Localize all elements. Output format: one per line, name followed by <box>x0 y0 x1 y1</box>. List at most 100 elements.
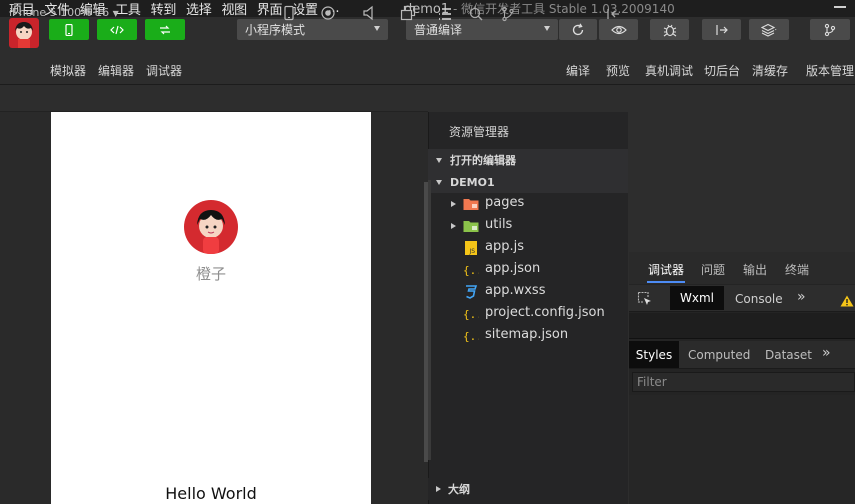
editor-label: 编辑器 <box>98 64 135 78</box>
sound-icon[interactable] <box>361 5 377 21</box>
styles-pane <box>629 395 855 504</box>
tab-styles[interactable]: Styles <box>629 341 679 368</box>
tab-debugger[interactable]: 调试器 <box>648 261 684 278</box>
user-nickname: 橙子 <box>195 265 226 283</box>
detach-window-icon[interactable] <box>400 5 416 21</box>
simulator-toggle-button[interactable] <box>49 19 89 40</box>
active-tab-indicator <box>647 281 685 283</box>
chevron-right-icon <box>451 201 456 207</box>
explorer-title: 资源管理器 <box>449 125 510 139</box>
svg-text:{..}: {..} <box>463 264 479 277</box>
tab-terminal[interactable]: 终端 <box>785 261 809 278</box>
more-tabs-icon[interactable]: » <box>797 289 806 305</box>
open-editors-section[interactable]: 打开的编辑器 <box>428 149 628 171</box>
phone-icon <box>65 23 73 36</box>
explorer-scrollbar[interactable] <box>428 180 431 460</box>
tree-item-app-json[interactable]: {..} app.json <box>428 259 628 281</box>
refresh-icon <box>572 22 584 35</box>
layers-icon <box>761 23 777 37</box>
real-debug-label: 真机调试 <box>645 64 694 78</box>
warning-icon[interactable] <box>840 292 854 307</box>
device-select-value: iPhone 5 100% 16 <box>9 6 110 19</box>
background-label: 切后台 <box>704 64 741 78</box>
version-button[interactable] <box>810 19 850 40</box>
version-label: 版本管理 <box>806 64 855 78</box>
minimize-button[interactable] <box>834 1 846 13</box>
file-name: project.config.json <box>485 305 605 320</box>
chevron-right-icon <box>436 486 441 492</box>
real-debug-button[interactable] <box>650 19 689 40</box>
phone-rotate-icon[interactable] <box>281 5 297 21</box>
file-name: sitemap.json <box>485 327 569 342</box>
file-name: utils <box>485 217 513 232</box>
tab-wxml[interactable]: Wxml <box>670 286 724 310</box>
device-select[interactable]: iPhone 5 100% 16 ▼ <box>9 6 119 19</box>
debugger-toggle-button[interactable] <box>145 19 185 40</box>
chevron-down-icon <box>436 179 442 185</box>
svg-text:JS: JS <box>469 248 476 255</box>
menu-interface[interactable]: 界面 <box>257 0 283 18</box>
hello-text: Hello World <box>165 484 257 503</box>
outline-section[interactable]: 大纲 <box>428 478 628 500</box>
chevron-down-icon <box>544 26 550 31</box>
tab-problems[interactable]: 问题 <box>701 261 725 278</box>
tree-item-pages[interactable]: pages <box>428 193 628 215</box>
mode-select-value: 小程序模式 <box>245 23 306 37</box>
outline-label: 大纲 <box>448 483 470 496</box>
menu-bar: 项目 文件 编辑 工具 转到 选择 视图 界面 设置 ... demo1 - 微… <box>0 0 855 18</box>
chevron-right-icon <box>451 223 456 229</box>
menu-view[interactable]: 视图 <box>221 0 247 18</box>
devtools-window: 项目 文件 编辑 工具 转到 选择 视图 界面 设置 ... demo1 - 微… <box>0 0 855 504</box>
tab-computed[interactable]: Computed <box>688 348 750 362</box>
css-file-icon <box>466 285 478 299</box>
compile-button[interactable] <box>559 19 597 40</box>
svg-text:{..}: {..} <box>463 308 479 321</box>
mode-select[interactable]: 小程序模式 <box>237 19 388 40</box>
editor-toggle-button[interactable] <box>97 19 137 40</box>
preview-label: 预览 <box>606 64 631 78</box>
source-control-icon[interactable] <box>500 6 516 22</box>
file-name: app.wxss <box>485 283 546 298</box>
simulator-label: 模拟器 <box>50 64 87 78</box>
collapse-sidebar-icon[interactable] <box>605 6 621 22</box>
record-icon[interactable] <box>320 5 336 21</box>
eye-icon <box>610 25 627 34</box>
clear-cache-button[interactable] <box>749 19 789 40</box>
bug-icon <box>663 24 676 36</box>
wxml-tree[interactable] <box>629 313 855 339</box>
tree-item-utils[interactable]: utils <box>428 215 628 237</box>
clear-cache-label: 清缓存 <box>752 64 789 78</box>
debug-toggle-icon <box>160 25 170 34</box>
background-button[interactable] <box>702 19 741 40</box>
tree-item-app-wxss[interactable]: app.wxss <box>428 281 628 303</box>
open-editors-label: 打开的编辑器 <box>450 154 516 167</box>
user-avatar[interactable] <box>9 18 39 48</box>
tree-item-project-config-json[interactable]: {..} project.config.json <box>428 303 628 325</box>
phone-screen[interactable] <box>51 112 371 504</box>
json-file-icon: {..} <box>463 308 479 321</box>
branch-icon <box>824 23 836 36</box>
tab-console[interactable]: Console <box>735 292 783 306</box>
more-style-tabs-icon[interactable]: » <box>822 345 831 361</box>
js-file-icon: JS <box>465 241 477 255</box>
menu-select[interactable]: 选择 <box>186 0 212 18</box>
inspect-element-icon[interactable] <box>637 291 653 307</box>
explorer-tabs <box>428 85 628 112</box>
file-name: pages <box>485 195 525 210</box>
tab-dataset[interactable]: Dataset <box>765 348 812 362</box>
svg-text:{..}: {..} <box>463 330 479 343</box>
tab-output[interactable]: 输出 <box>743 261 767 278</box>
project-section[interactable]: DEMO1 <box>428 171 628 193</box>
file-name: app.js <box>485 239 524 254</box>
preview-button[interactable] <box>599 19 638 40</box>
files-icon[interactable] <box>437 6 453 22</box>
compile-mode-select[interactable]: 普通编译 <box>406 19 558 40</box>
menu-tools[interactable]: 工具 <box>115 0 141 18</box>
simulator-toolbar <box>0 85 428 112</box>
styles-filter-input[interactable] <box>632 372 855 392</box>
menu-goto[interactable]: 转到 <box>151 0 177 18</box>
tree-item-app-js[interactable]: JS app.js <box>428 237 628 259</box>
search-icon[interactable] <box>468 6 484 22</box>
user-avatar-large <box>184 200 238 254</box>
tree-item-sitemap-json[interactable]: {..} sitemap.json <box>428 325 628 347</box>
